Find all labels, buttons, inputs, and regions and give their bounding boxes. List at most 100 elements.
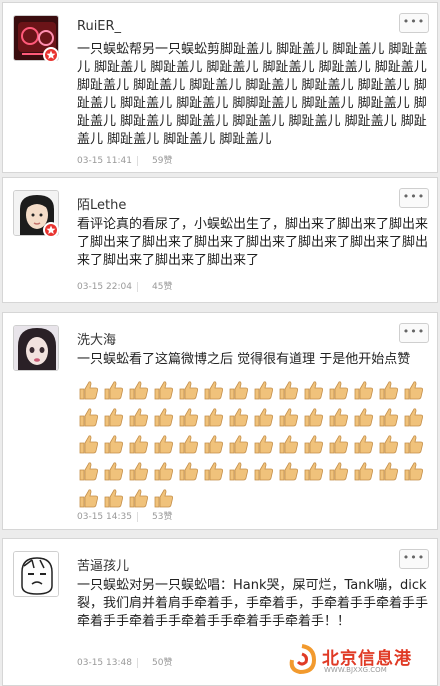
more-options-button[interactable]: ••• [399, 13, 429, 33]
thumbs-up-icon [102, 405, 126, 429]
more-dots-icon: ••• [402, 15, 426, 28]
comment-text: 一只蜈蚣对另一只蜈蚣唱：Hank哭，屎可烂，Tank嘣，dick裂，我们肩并着肩… [77, 578, 429, 629]
thumbs-up-icon [202, 432, 226, 456]
more-dots-icon: ••• [402, 325, 426, 338]
divider [137, 281, 138, 292]
thumbs-up-icon [402, 459, 426, 483]
username[interactable]: 苦逼孩儿 [77, 555, 129, 574]
more-options-button[interactable]: ••• [399, 323, 429, 343]
thumbs-up-icon [402, 432, 426, 456]
thumbs-up-icon [352, 432, 376, 456]
thumbs-up-icon [127, 432, 151, 456]
thumbs-up-icon [277, 378, 301, 402]
like-count[interactable]: 53赞 [152, 512, 172, 522]
thumbs-up-icon [352, 378, 376, 402]
thumbs-up-icon [202, 378, 226, 402]
comment-meta: 03-15 13:48 50赞 [77, 655, 172, 668]
thumbs-up-icon [177, 405, 201, 429]
more-dots-icon: ••• [402, 551, 426, 564]
like-count[interactable]: 59赞 [152, 156, 172, 166]
username[interactable]: 洗大海 [77, 329, 116, 348]
thumbs-up-icon [127, 378, 151, 402]
thumbs-up-icon [77, 378, 101, 402]
watermark-url: WWW.BJXXG.COM [324, 666, 387, 674]
thumbs-up-icon [102, 378, 126, 402]
thumbs-up-icon [327, 405, 351, 429]
thumbs-up-icon [302, 432, 326, 456]
thumbs-up-icon [377, 432, 401, 456]
thumbs-up-icon [102, 459, 126, 483]
thumbs-up-icon [277, 459, 301, 483]
thumbs-up-icon [102, 432, 126, 456]
thumbs-up-icon [202, 405, 226, 429]
watermark-swirl-icon [289, 644, 317, 675]
thumbs-up-icon [177, 432, 201, 456]
comment-meta: 03-15 14:35 53赞 [77, 509, 172, 522]
more-options-button[interactable]: ••• [399, 188, 429, 208]
avatar[interactable] [13, 551, 59, 597]
thumbs-up-icon [77, 405, 101, 429]
timestamp: 03-15 13:48 [77, 658, 132, 668]
verified-badge-icon [43, 47, 59, 63]
thumbs-up-icon [302, 405, 326, 429]
thumbs-up-icon [277, 405, 301, 429]
thumbs-up-icon [152, 486, 176, 510]
username[interactable]: RuiER_ [77, 19, 121, 34]
timestamp: 03-15 14:35 [77, 512, 132, 522]
thumbs-up-icon [127, 486, 151, 510]
thumbs-up-emoji-grid [77, 378, 437, 513]
thumbs-up-icon [377, 378, 401, 402]
thumbs-up-icon [277, 432, 301, 456]
comment-card: RuiER_ ••• 一只蜈蚣帮另一只蜈蚣剪脚趾盖儿 脚趾盖儿 脚趾盖儿 脚趾盖… [2, 2, 438, 173]
thumbs-up-icon [302, 459, 326, 483]
thumbs-up-icon [352, 459, 376, 483]
comment-text: 一只蜈蚣帮另一只蜈蚣剪脚趾盖儿 脚趾盖儿 脚趾盖儿 脚趾盖儿 脚趾盖儿 脚趾盖儿… [77, 42, 428, 147]
comment-meta: 03-15 11:41 59赞 [77, 153, 172, 166]
thumbs-up-icon [127, 405, 151, 429]
thumbs-up-icon [327, 378, 351, 402]
thumbs-up-icon [152, 405, 176, 429]
thumbs-up-icon [377, 405, 401, 429]
thumbs-up-icon [152, 459, 176, 483]
thumbs-up-icon [227, 432, 251, 456]
like-count[interactable]: 45赞 [152, 282, 172, 292]
avatar[interactable] [13, 325, 59, 371]
comment-text: 看评论真的看尿了，小蜈蚣出生了，脚出来了脚出来了脚出来了脚出来了脚出来了脚出来了… [77, 217, 429, 268]
timestamp: 03-15 11:41 [77, 156, 132, 166]
thumbs-up-icon [327, 459, 351, 483]
thumbs-up-icon [152, 432, 176, 456]
timestamp: 03-15 22:04 [77, 282, 132, 292]
thumbs-up-icon [227, 378, 251, 402]
thumbs-up-icon [102, 486, 126, 510]
thumbs-up-icon [127, 459, 151, 483]
comment-meta: 03-15 22:04 45赞 [77, 279, 172, 292]
thumbs-up-icon [152, 378, 176, 402]
thumbs-up-icon [252, 459, 276, 483]
username[interactable]: 陌Lethe [77, 194, 126, 213]
thumbs-up-icon [77, 432, 101, 456]
thumbs-up-icon [352, 405, 376, 429]
thumbs-up-icon [252, 432, 276, 456]
thumbs-up-icon [177, 378, 201, 402]
comment-card: 洗大海 ••• 一只蜈蚣看了这篇微博之后 觉得很有道理 于是他开始点赞 03-1… [2, 312, 438, 530]
thumbs-up-icon [377, 459, 401, 483]
more-dots-icon: ••• [402, 190, 426, 203]
like-count[interactable]: 50赞 [152, 658, 172, 668]
thumbs-up-icon [302, 378, 326, 402]
thumbs-up-icon [252, 405, 276, 429]
watermark-logo: 北京信息港 WWW.BJXXG.COM [284, 640, 434, 680]
thumbs-up-icon [402, 405, 426, 429]
more-options-button[interactable]: ••• [399, 549, 429, 569]
thumbs-up-icon [227, 405, 251, 429]
thumbs-up-icon [327, 432, 351, 456]
comment-text: 一只蜈蚣看了这篇微博之后 觉得很有道理 于是他开始点赞 [77, 352, 411, 367]
thumbs-up-icon [402, 378, 426, 402]
comment-card: 陌Lethe ••• 看评论真的看尿了，小蜈蚣出生了，脚出来了脚出来了脚出来了脚… [2, 177, 438, 303]
divider [137, 657, 138, 668]
thumbs-up-icon [227, 459, 251, 483]
verified-badge-icon [43, 222, 59, 238]
divider [137, 155, 138, 166]
divider [137, 511, 138, 522]
thumbs-up-icon [77, 486, 101, 510]
thumbs-up-icon [202, 459, 226, 483]
